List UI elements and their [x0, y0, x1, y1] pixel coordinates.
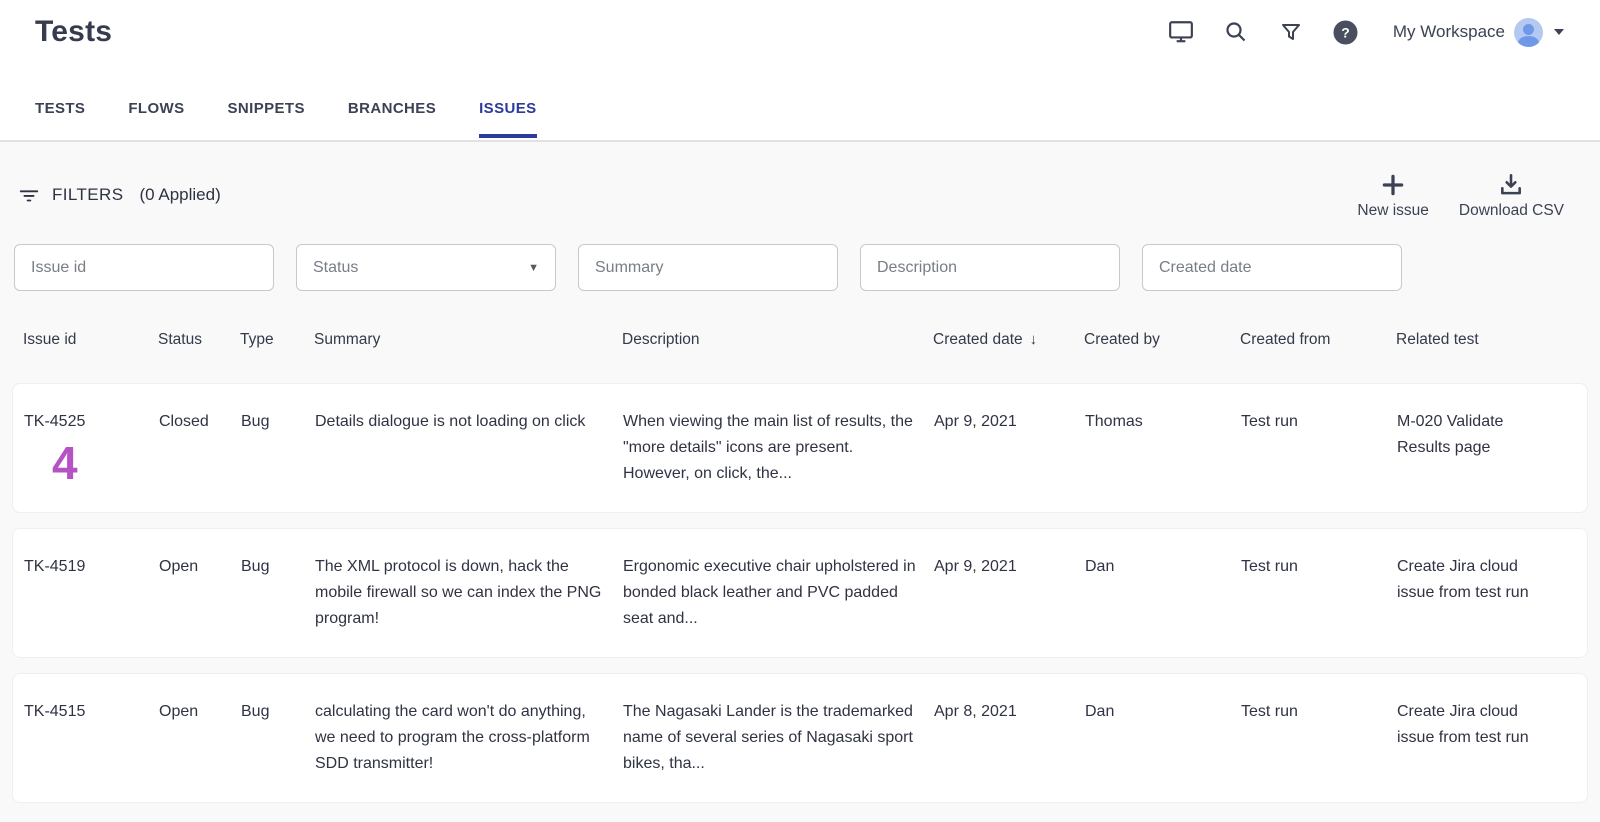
svg-text:?: ?	[1342, 24, 1351, 40]
created-from-cell: Test run	[1241, 554, 1397, 632]
related-test-cell: M-020 Validate Results page	[1397, 409, 1551, 487]
column-header-description[interactable]: Description	[622, 331, 933, 349]
filters-bar: FILTERS (0 Applied) New issue Download C…	[0, 142, 1600, 220]
column-header-summary[interactable]: Summary	[314, 331, 622, 349]
page-title: Tests	[35, 15, 112, 49]
issues-list: TK-4525 4 Closed Bug Details dialogue is…	[12, 383, 1588, 803]
download-csv-label: Download CSV	[1459, 202, 1564, 220]
column-header-created-date[interactable]: Created date ↓	[933, 331, 1084, 349]
new-issue-label: New issue	[1357, 202, 1429, 220]
new-issue-button[interactable]: New issue	[1357, 172, 1429, 220]
help-icon[interactable]: ?	[1332, 18, 1360, 46]
description-cell: When viewing the main list of results, t…	[623, 409, 934, 487]
column-header-created-by[interactable]: Created by	[1084, 331, 1240, 349]
tab-issues[interactable]: ISSUES	[479, 100, 536, 138]
status-filter-select[interactable]: Status ▼	[296, 244, 556, 291]
avatar	[1514, 18, 1543, 47]
related-test-cell: Create Jira cloud issue from test run	[1397, 554, 1551, 632]
tab-bar: TESTS FLOWS SNIPPETS BRANCHES ISSUES	[35, 100, 1564, 138]
column-header-issue-id[interactable]: Issue id	[23, 331, 158, 349]
search-icon[interactable]	[1222, 18, 1250, 46]
sort-desc-icon: ↓	[1030, 331, 1038, 348]
type-cell: Bug	[241, 554, 315, 632]
created-by-cell: Dan	[1085, 699, 1241, 777]
filters-toggle[interactable]: FILTERS (0 Applied)	[18, 184, 221, 206]
issue-id-cell: TK-4525 4	[24, 409, 159, 487]
created-date-cell: Apr 9, 2021	[934, 554, 1085, 632]
plus-icon	[1380, 172, 1406, 198]
created-from-cell: Test run	[1241, 409, 1397, 487]
download-csv-button[interactable]: Download CSV	[1459, 172, 1564, 220]
status-cell: Closed	[159, 409, 241, 487]
table-header: Issue id Status Type Summary Description…	[12, 331, 1588, 349]
created-date-cell: Apr 8, 2021	[934, 699, 1085, 777]
filter-funnel-icon[interactable]	[1277, 18, 1305, 46]
filter-lines-icon	[18, 184, 40, 206]
table-row[interactable]: TK-4525 4 Closed Bug Details dialogue is…	[12, 383, 1588, 513]
tab-snippets[interactable]: SNIPPETS	[228, 100, 305, 138]
summary-cell: Details dialogue is not loading on click	[315, 409, 623, 487]
select-caret-icon: ▼	[528, 262, 539, 274]
summary-filter-input[interactable]	[578, 244, 838, 291]
created-date-filter-input[interactable]	[1142, 244, 1402, 291]
type-cell: Bug	[241, 699, 315, 777]
created-date-cell: Apr 9, 2021	[934, 409, 1085, 487]
column-header-status[interactable]: Status	[158, 331, 240, 349]
download-icon	[1498, 172, 1524, 198]
caret-down-icon	[1554, 29, 1564, 35]
filters-label: FILTERS	[52, 185, 123, 205]
description-cell: The Nagasaki Lander is the trademarked n…	[623, 699, 934, 777]
monitor-icon[interactable]	[1167, 18, 1195, 46]
status-cell: Open	[159, 699, 241, 777]
created-from-cell: Test run	[1241, 699, 1397, 777]
workspace-menu[interactable]: My Workspace	[1393, 18, 1564, 47]
filters-applied-count: (0 Applied)	[139, 185, 220, 205]
filter-inputs-row: Status ▼	[0, 220, 1600, 291]
related-test-cell: Create Jira cloud issue from test run	[1397, 699, 1551, 777]
tab-branches[interactable]: BRANCHES	[348, 100, 436, 138]
description-cell: Ergonomic executive chair upholstered in…	[623, 554, 934, 632]
status-cell: Open	[159, 554, 241, 632]
annotation-marker: 4	[52, 439, 145, 487]
issue-id-filter-input[interactable]	[14, 244, 274, 291]
created-by-cell: Thomas	[1085, 409, 1241, 487]
tab-tests[interactable]: TESTS	[35, 100, 85, 138]
topbar: Tests ?	[0, 0, 1600, 142]
column-header-created-from[interactable]: Created from	[1240, 331, 1396, 349]
column-header-type[interactable]: Type	[240, 331, 314, 349]
description-filter-input[interactable]	[860, 244, 1120, 291]
column-header-related-test[interactable]: Related test	[1396, 331, 1552, 349]
created-by-cell: Dan	[1085, 554, 1241, 632]
table-row[interactable]: TK-4519 Open Bug The XML protocol is dow…	[12, 528, 1588, 658]
issue-id-cell: TK-4515	[24, 699, 159, 777]
summary-cell: The XML protocol is down, hack the mobil…	[315, 554, 623, 632]
issue-id-cell: TK-4519	[24, 554, 159, 632]
type-cell: Bug	[241, 409, 315, 487]
tab-flows[interactable]: FLOWS	[128, 100, 184, 138]
workspace-label: My Workspace	[1393, 22, 1505, 42]
summary-cell: calculating the card won't do anything, …	[315, 699, 623, 777]
status-select-label: Status	[313, 259, 358, 277]
table-row[interactable]: TK-4515 Open Bug calculating the card wo…	[12, 673, 1588, 803]
